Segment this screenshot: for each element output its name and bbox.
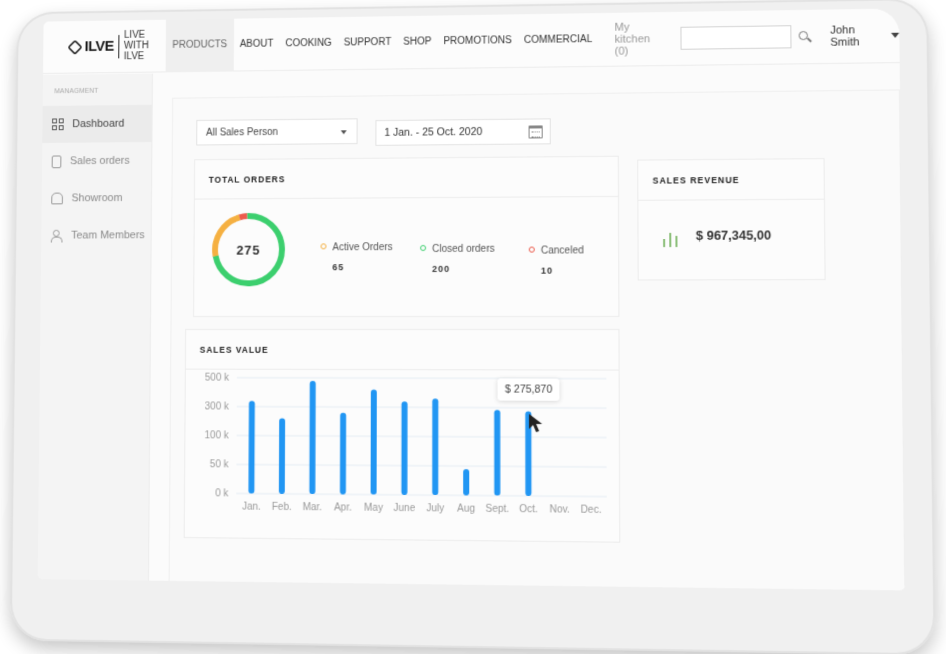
- canceled-dot-icon: [528, 246, 535, 253]
- x-tick-label: Jan.: [242, 501, 261, 512]
- bar-aug[interactable]: [463, 468, 470, 496]
- total-orders-card: TOTAL ORDERS 275 Active Orders 65 Closed…: [193, 155, 620, 318]
- x-tick-label: June: [393, 503, 415, 514]
- date-range-field[interactable]: 1 Jan. - 25 Oct. 2020: [375, 118, 551, 146]
- sidebar-item-showroom[interactable]: Showroom: [42, 179, 152, 217]
- tablet-frame: ILVE LIVE WITH ILVE PRODUCTS ABOUT COOKI…: [9, 0, 936, 654]
- sidebar-item-label: Showroom: [71, 192, 123, 205]
- nav-item-promotions[interactable]: PROMOTIONS: [437, 14, 517, 69]
- logo-divider: [118, 34, 120, 58]
- y-tick-label: 0 k: [215, 488, 228, 499]
- top-navigation-bar: ILVE LIVE WITH ILVE PRODUCTS ABOUT COOKI…: [43, 8, 900, 74]
- my-kitchen-link[interactable]: My kitchen (0): [615, 21, 664, 57]
- sales-value-title: SALES VALUE: [185, 329, 619, 371]
- logo-tagline: LIVE WITH ILVE: [123, 29, 149, 63]
- gridline: [237, 435, 607, 437]
- dashboard-content: All Sales Person 1 Jan. - 25 Oct. 2020 T…: [168, 89, 906, 591]
- x-tick-label: May: [364, 503, 383, 514]
- grid-icon: [52, 118, 64, 131]
- y-tick-label: 100 k: [205, 430, 229, 441]
- legend-value: 65: [332, 262, 345, 273]
- nav-item-products[interactable]: PRODUCTS: [165, 18, 235, 72]
- sidebar: MANAGMENT Dashboard Sales orders Showroo…: [37, 73, 153, 581]
- mouse-cursor-icon: [529, 414, 543, 433]
- x-tick-label: Sept.: [485, 504, 509, 516]
- gridline: [236, 464, 606, 467]
- bar-feb[interactable]: [278, 418, 286, 494]
- calendar-icon[interactable]: [528, 125, 543, 139]
- bar-sept[interactable]: [494, 409, 501, 496]
- gridline: [236, 493, 607, 496]
- sales-revenue-title: SALES REVENUE: [638, 159, 824, 201]
- sidebar-item-sales-orders[interactable]: Sales orders: [42, 142, 152, 180]
- nav-item-support[interactable]: SUPPORT: [338, 16, 398, 70]
- orders-total-value: 275: [236, 242, 261, 258]
- user-name[interactable]: John Smith: [830, 24, 870, 49]
- bar-tooltip: $ 275,870: [497, 378, 560, 402]
- search-icon[interactable]: [797, 29, 807, 43]
- x-tick-label: Dec.: [581, 504, 602, 516]
- x-tick-label: Aug: [457, 503, 475, 514]
- sidebar-item-team-members[interactable]: Team Members: [41, 217, 151, 255]
- bar-chart-icon: [663, 231, 679, 248]
- active-orders-dot-icon: [320, 243, 327, 250]
- sales-person-select[interactable]: All Sales Person: [196, 118, 358, 146]
- home-icon: [51, 192, 63, 205]
- gridline: [237, 407, 607, 409]
- sales-revenue-card: SALES REVENUE $ 967,345,00: [637, 158, 826, 281]
- y-tick-label: 50 k: [210, 459, 229, 470]
- sales-revenue-value: $ 967,345,00: [695, 228, 772, 243]
- legend-value: 200: [432, 263, 451, 274]
- nav-item-commercial[interactable]: COMMERCIAL: [518, 13, 599, 68]
- y-tick-label: 300 k: [205, 401, 229, 412]
- app-screen: ILVE LIVE WITH ILVE PRODUCTS ABOUT COOKI…: [37, 8, 906, 591]
- logo-mark: ILVE: [67, 38, 114, 55]
- nav-item-shop[interactable]: SHOP: [397, 15, 437, 69]
- users-icon: [51, 230, 63, 242]
- x-tick-label: Oct.: [519, 504, 538, 516]
- chevron-down-icon: [340, 130, 347, 135]
- search-input[interactable]: [680, 25, 792, 50]
- sales-value-card: SALES VALUE 0 k 50 k 100 k 300 k 500 k Jan. Fe…: [183, 328, 621, 543]
- logo-hex-icon: [67, 39, 83, 55]
- x-tick-label: Mar.: [303, 502, 322, 513]
- x-tick-label: Feb.: [272, 502, 292, 513]
- bar-mar[interactable]: [308, 381, 317, 494]
- legend-active-orders: Active Orders 65: [320, 242, 393, 273]
- legend-canceled: Canceled 10: [528, 245, 584, 276]
- sidebar-item-dashboard[interactable]: Dashboard: [42, 104, 152, 143]
- x-tick-label: July: [426, 503, 444, 514]
- sales-person-value: All Sales Person: [206, 126, 278, 139]
- sidebar-item-label: Sales orders: [69, 154, 130, 168]
- legend-closed-orders: Closed orders 200: [420, 244, 495, 274]
- date-range-value: 1 Jan. - 25 Oct. 2020: [384, 125, 483, 139]
- caret-down-icon[interactable]: [891, 32, 900, 38]
- y-tick-label: 500 k: [205, 373, 229, 384]
- x-tick-label: Nov.: [550, 504, 570, 516]
- bar-jan[interactable]: [248, 400, 255, 494]
- bar-july[interactable]: [432, 398, 439, 496]
- sidebar-item-label: Team Members: [71, 229, 145, 242]
- nav-item-cooking[interactable]: COOKING: [279, 17, 338, 71]
- bar-june[interactable]: [401, 401, 408, 495]
- legend-label: Closed orders: [432, 243, 495, 255]
- nav-item-about[interactable]: ABOUT: [234, 17, 280, 71]
- legend-value: 10: [540, 265, 554, 276]
- main-nav: PRODUCTS ABOUT COOKING SUPPORT SHOP PROM…: [165, 13, 598, 72]
- bar-may[interactable]: [370, 389, 377, 495]
- sidebar-item-label: Dashboard: [72, 117, 125, 131]
- x-tick-label: Apr.: [334, 502, 352, 513]
- shopping-bag-icon: [51, 154, 62, 168]
- bar-apr[interactable]: [339, 412, 347, 495]
- legend-label: Active Orders: [332, 242, 393, 254]
- closed-orders-dot-icon: [420, 244, 427, 251]
- total-orders-title: TOTAL ORDERS: [194, 156, 618, 200]
- legend-label: Canceled: [540, 245, 584, 257]
- logo-text: ILVE: [84, 38, 114, 55]
- brand-logo[interactable]: ILVE LIVE WITH ILVE: [43, 29, 166, 63]
- sidebar-heading: MANAGMENT: [54, 87, 99, 96]
